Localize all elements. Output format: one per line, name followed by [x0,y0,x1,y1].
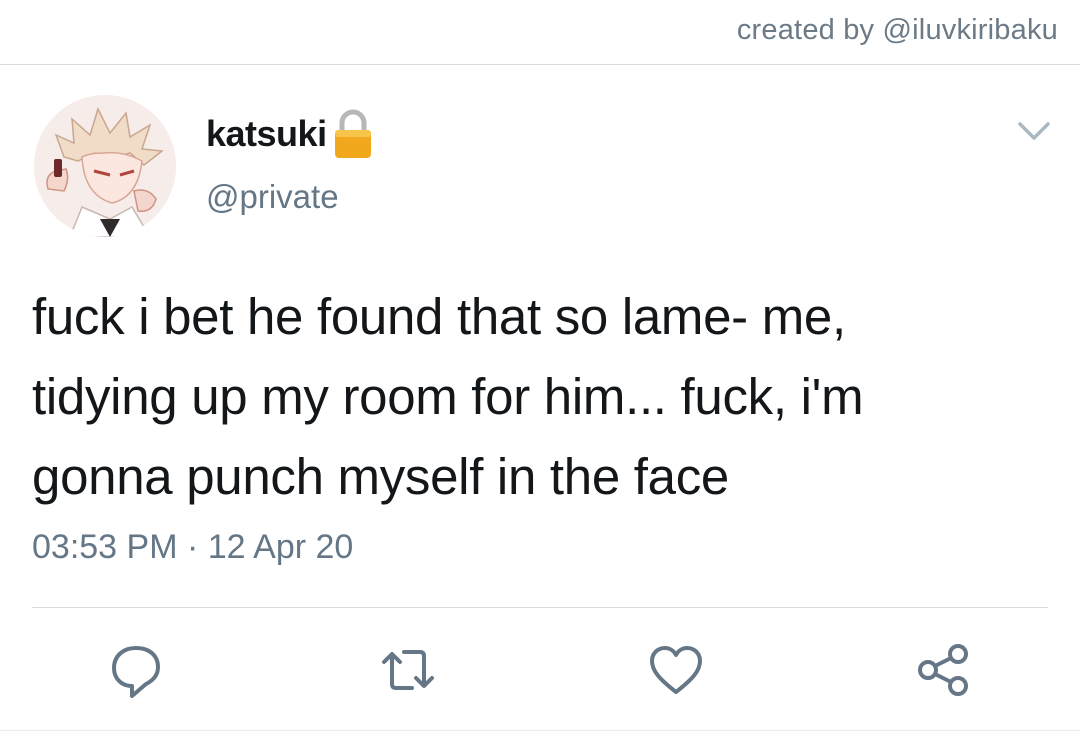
chevron-down-icon[interactable] [1016,118,1052,144]
display-name[interactable]: katsuki [206,113,327,155]
tweet-text: fuck i bet he found that so lame- me, ti… [32,277,1042,517]
retweet-icon[interactable] [378,640,438,700]
share-icon[interactable] [914,640,974,700]
tweet-text-line: fuck i bet he found that so lame- me, [32,288,846,345]
tweet-date[interactable]: 12 Apr 20 [208,528,354,566]
heart-icon[interactable] [646,640,706,700]
divider [32,607,1048,608]
meta-separator: · [186,528,199,566]
tweet-text-line: gonna punch myself in the face [32,448,729,505]
lock-icon [330,108,376,160]
tweet-text-line: tidying up my room for him... fuck, i'm [32,368,864,425]
tweet-meta: 03:53 PM · 12 Apr 20 [32,528,353,567]
credit-text: created by @iluvkiribaku [736,14,1058,46]
bottom-divider [0,730,1080,731]
top-bar: created by @iluvkiribaku [0,0,1080,65]
reply-icon[interactable] [106,640,166,700]
tweet-time[interactable]: 03:53 PM [32,528,178,566]
avatar[interactable] [34,95,176,237]
user-handle[interactable]: @private [206,178,339,216]
